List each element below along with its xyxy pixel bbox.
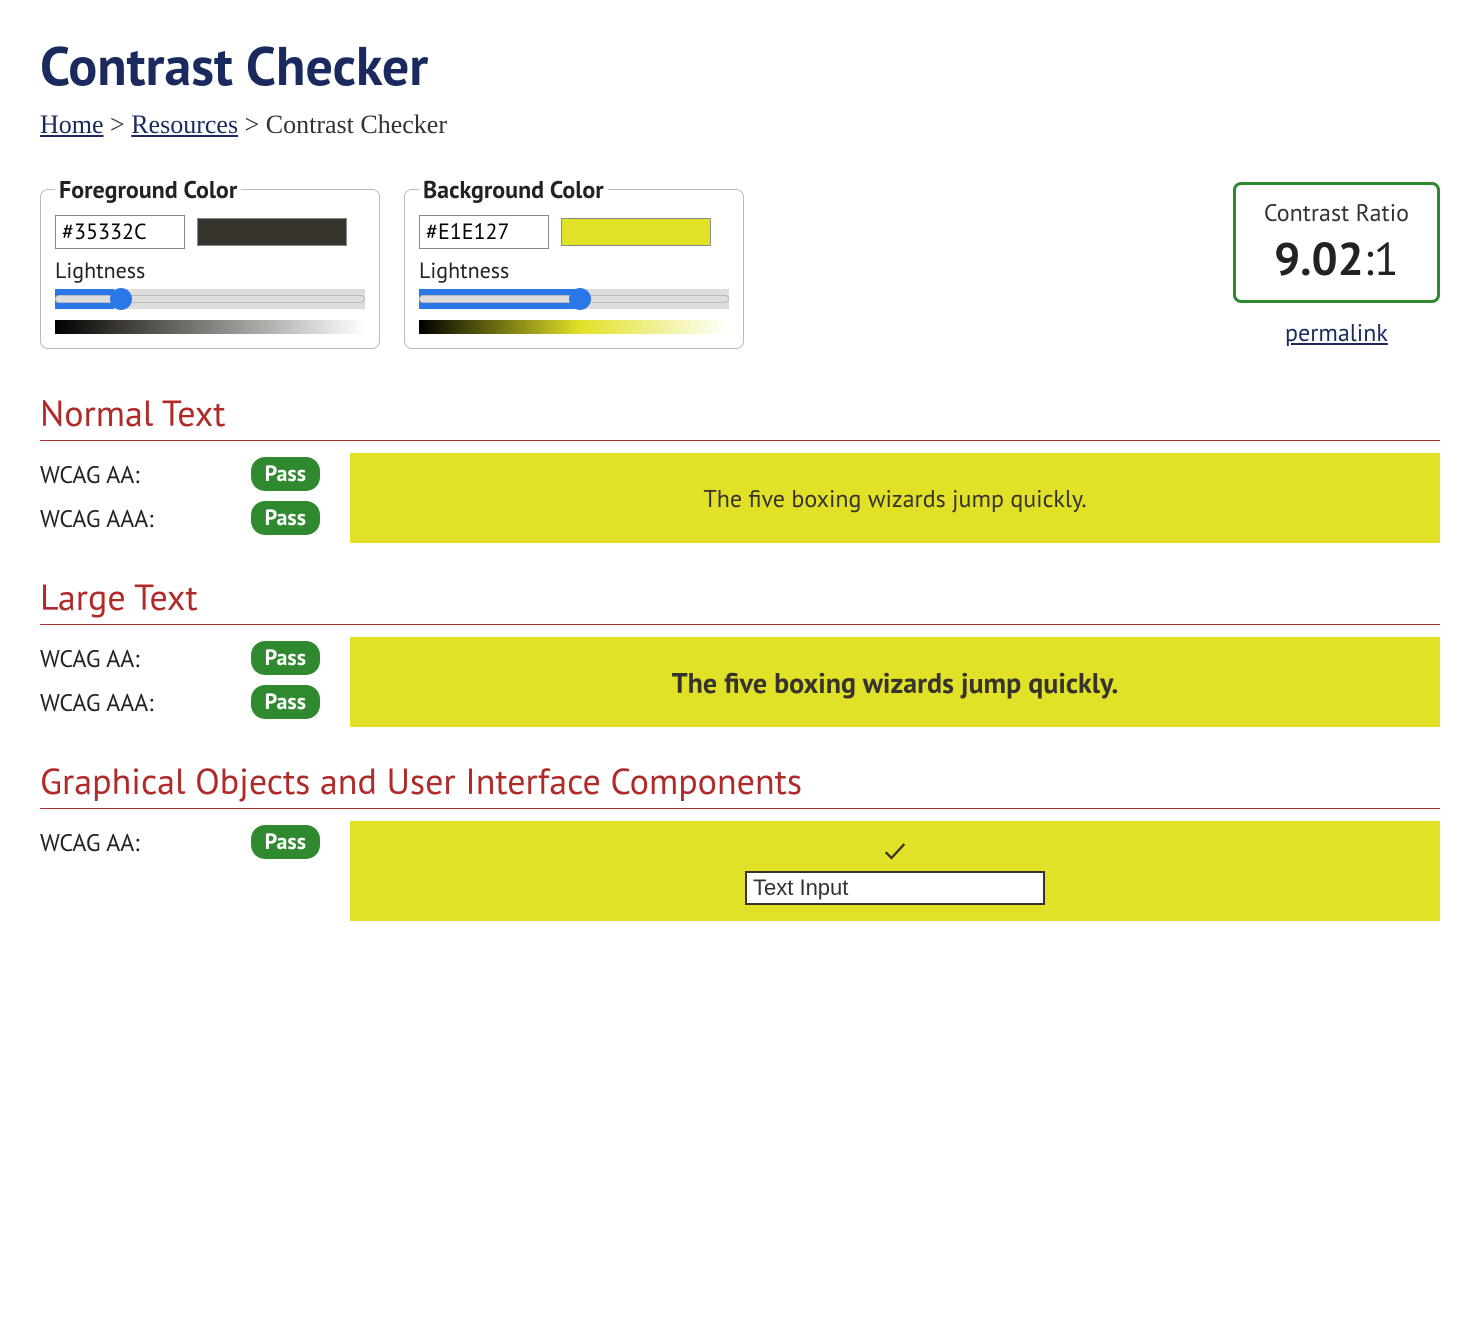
sample-text-input[interactable] — [745, 871, 1045, 905]
breadcrumb-home[interactable]: Home — [40, 110, 104, 139]
foreground-hex-input[interactable] — [55, 215, 185, 249]
large-aa-label: WCAG AA: — [40, 643, 140, 674]
foreground-lightness-label: Lightness — [55, 257, 365, 285]
large-text-sample[interactable]: The five boxing wizards jump quickly. — [350, 637, 1440, 727]
ui-aa-badge: Pass — [251, 825, 320, 859]
page-title: Contrast Checker — [40, 30, 1440, 100]
foreground-swatch[interactable] — [197, 218, 347, 246]
large-aaa-badge: Pass — [251, 685, 320, 719]
contrast-ratio-value: 9.02:1 — [1264, 228, 1409, 288]
ratio-number: 9.02 — [1274, 228, 1364, 288]
contrast-ratio-label: Contrast Ratio — [1264, 197, 1409, 228]
background-legend: Background Color — [419, 174, 608, 205]
large-text-heading: Large Text — [40, 573, 1440, 625]
ui-sample — [350, 821, 1440, 921]
large-aa-badge: Pass — [251, 641, 320, 675]
normal-aa-badge: Pass — [251, 457, 320, 491]
ratio-suffix: :1 — [1364, 228, 1399, 288]
background-swatch[interactable] — [561, 218, 711, 246]
breadcrumb-current: Contrast Checker — [266, 110, 447, 139]
ui-heading: Graphical Objects and User Interface Com… — [40, 757, 1440, 809]
breadcrumb: Home > Resources > Contrast Checker — [40, 110, 1440, 140]
ui-aa-label: WCAG AA: — [40, 827, 140, 858]
foreground-fieldset: Foreground Color Lightness — [40, 174, 380, 349]
foreground-gradient — [55, 320, 365, 334]
background-lightness-slider[interactable] — [419, 289, 729, 309]
normal-aa-label: WCAG AA: — [40, 459, 140, 490]
check-icon — [881, 837, 909, 865]
large-aaa-label: WCAG AAA: — [40, 687, 154, 718]
foreground-lightness-slider[interactable] — [55, 289, 365, 309]
contrast-ratio-box: Contrast Ratio 9.02:1 — [1233, 182, 1440, 303]
breadcrumb-resources[interactable]: Resources — [131, 110, 238, 139]
background-gradient — [419, 320, 729, 334]
normal-aaa-badge: Pass — [251, 501, 320, 535]
normal-aaa-label: WCAG AAA: — [40, 503, 154, 534]
normal-text-sample[interactable]: The five boxing wizards jump quickly. — [350, 453, 1440, 543]
background-lightness-label: Lightness — [419, 257, 729, 285]
background-hex-input[interactable] — [419, 215, 549, 249]
permalink-link[interactable]: permalink — [1233, 317, 1440, 348]
background-fieldset: Background Color Lightness — [404, 174, 744, 349]
normal-text-heading: Normal Text — [40, 389, 1440, 441]
foreground-legend: Foreground Color — [55, 174, 241, 205]
